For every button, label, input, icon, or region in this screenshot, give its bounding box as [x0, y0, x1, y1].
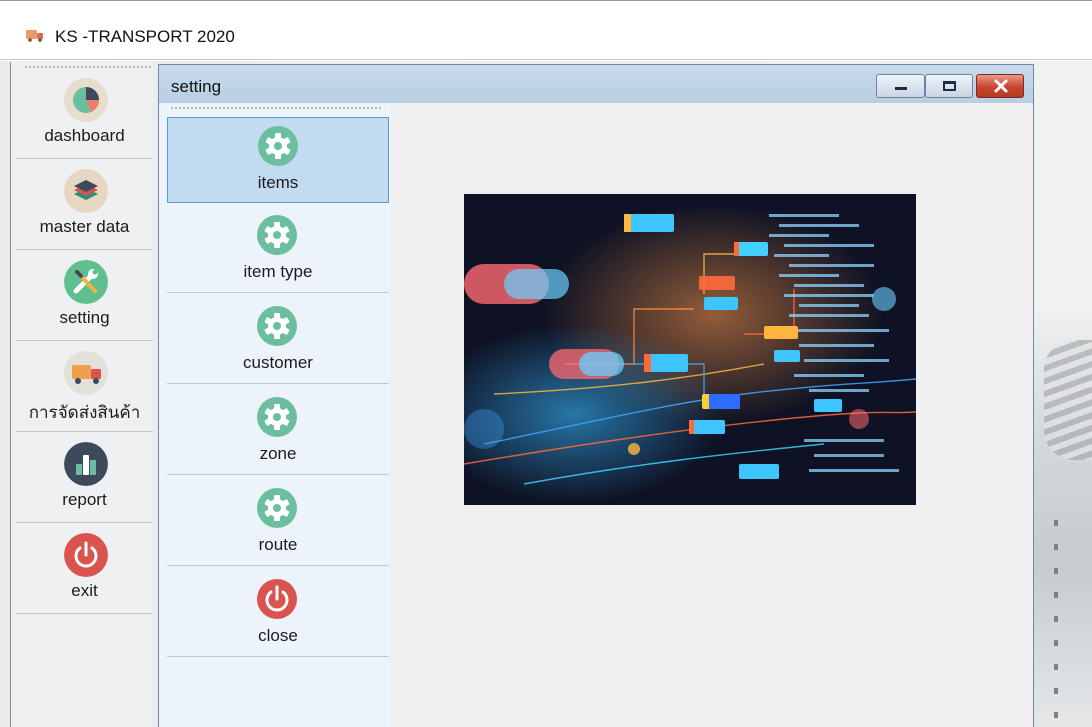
close-icon — [994, 79, 1008, 93]
setting-item-zone[interactable]: zone — [167, 389, 389, 475]
nav-item-master-data[interactable]: master data — [16, 159, 153, 250]
nav-item-report[interactable]: report — [16, 432, 153, 523]
nav-label: setting — [59, 308, 110, 327]
app-titlebar: KS -TRANSPORT 2020 — [0, 0, 1092, 60]
setting-item-label: route — [258, 535, 298, 554]
power-icon — [64, 533, 108, 577]
window-titlebar[interactable]: setting — [159, 65, 1033, 103]
setting-item-close[interactable]: close — [167, 571, 389, 657]
truck-icon — [64, 351, 108, 395]
nav-item-exit[interactable]: exit — [16, 523, 153, 614]
minimize-icon — [895, 87, 907, 90]
gear-icon — [257, 397, 297, 437]
setting-item-label: customer — [243, 353, 313, 372]
window-title: setting — [171, 77, 222, 96]
nav-item-setting[interactable]: setting — [16, 250, 153, 341]
nav-label: exit — [71, 581, 98, 600]
setting-item-label: items — [257, 173, 299, 192]
app-title: KS -TRANSPORT 2020 — [55, 27, 235, 46]
nav-item-dashboard[interactable]: dashboard — [16, 68, 153, 159]
sidebar-grip — [171, 107, 381, 109]
background-photo — [1034, 310, 1092, 727]
nav-item-delivery[interactable]: การจัดส่งสินค้า — [16, 341, 153, 432]
nav-label: master data — [39, 217, 130, 236]
setting-content-area — [391, 103, 1033, 727]
setting-item-label: item type — [243, 262, 313, 281]
nav-label: report — [62, 490, 107, 509]
setting-item-item-type[interactable]: item type — [167, 207, 389, 293]
maximize-button[interactable] — [925, 74, 973, 98]
hero-image — [464, 194, 916, 505]
gear-icon — [258, 126, 298, 166]
setting-item-label: zone — [259, 444, 297, 463]
nav-label: dashboard — [44, 126, 125, 145]
data-flow-illustration — [464, 194, 916, 505]
setting-window: setting items item type customer zone ro… — [158, 64, 1034, 727]
wrench-screwdriver-icon — [64, 260, 108, 304]
power-icon — [257, 579, 297, 619]
nav-label: การจัดส่งสินค้า — [28, 403, 141, 422]
pie-chart-icon — [64, 78, 108, 122]
gear-icon — [257, 488, 297, 528]
layers-icon — [64, 169, 108, 213]
bar-chart-icon — [64, 442, 108, 486]
minimize-button[interactable] — [876, 74, 925, 98]
maximize-icon — [943, 81, 956, 91]
setting-item-customer[interactable]: customer — [167, 298, 389, 384]
setting-item-route[interactable]: route — [167, 480, 389, 566]
setting-item-items[interactable]: items — [167, 117, 389, 203]
setting-item-label: close — [258, 626, 298, 645]
truck-icon — [26, 30, 43, 42]
gear-icon — [257, 215, 297, 255]
main-sidebar: dashboard master data setting การจัดส่งส… — [10, 62, 153, 727]
setting-sidebar: items item type customer zone route clos… — [159, 103, 391, 727]
close-window-button[interactable] — [976, 74, 1024, 98]
gear-icon — [257, 306, 297, 346]
